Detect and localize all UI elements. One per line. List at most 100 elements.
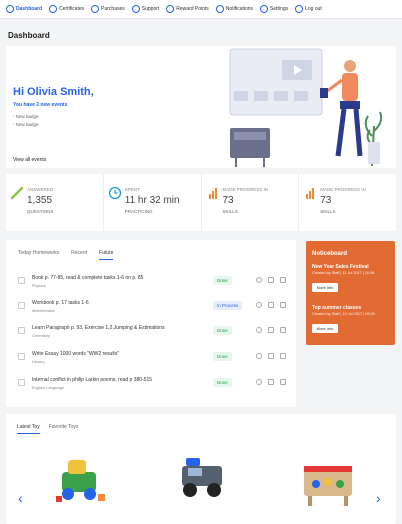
mail-icon[interactable] [268,379,274,385]
stat-value: 73 [320,195,332,206]
nav-logout[interactable]: Log out [295,5,322,13]
notice-item: New Year Sales Festival Created by Staff… [312,264,374,275]
homework-row: Learn Paragraph p. 93, Exercise 1,2,Jump… [18,324,286,346]
welcome-card: Hi Olivia Smith, You have 2 new events -… [6,46,396,168]
mail-icon[interactable] [268,302,274,308]
notice-meta: Created by Staff | 11 Jul 2017 | 10:06 [312,271,375,275]
certificate-icon [49,5,58,13]
nav-certificates[interactable]: Certificates [49,5,84,13]
homework-checkbox[interactable] [18,379,25,386]
mail-icon[interactable] [268,277,274,283]
stat-progress: Made progress in 73 Skills [299,174,396,231]
nav-label: Log out [305,6,322,12]
chat-icon[interactable] [256,302,262,308]
more-info-button[interactable]: More info [312,283,338,292]
attachment-icon[interactable] [280,302,286,308]
tab-latest-toy[interactable]: Latest Toy [17,424,40,434]
stat-label: Made progress in [320,187,366,192]
nav-purchases[interactable]: Purchases [91,5,125,13]
attachment-icon[interactable] [280,379,286,385]
dashboard-icon [6,5,14,13]
badge-item: - New badge [13,122,39,127]
homework-title: Learn Paragraph p. 93, Exercise 1,2,Jump… [32,325,165,331]
homework-title: Write Essay 1000 words "WW2 results" [32,351,120,357]
tab-future[interactable]: Future [98,250,114,260]
chat-icon[interactable] [256,379,262,385]
badge-item: - New badge [13,114,39,119]
view-all-events-link[interactable]: View all events [13,157,46,163]
bell-icon [215,5,224,13]
toy-image[interactable] [298,454,358,508]
next-arrow-icon[interactable]: › [376,490,381,506]
bar-chart-icon [306,188,315,199]
homework-checkbox[interactable] [18,353,25,360]
support-icon [131,5,140,13]
stat-unit: Practicing [124,209,153,214]
status-badge: Done [213,326,232,335]
chat-icon[interactable] [256,277,262,283]
nav-dashboard[interactable]: Dashboard [6,5,42,13]
toy-image[interactable] [54,454,110,506]
status-badge: Done [213,352,232,361]
stat-label: Made progress in [222,187,269,192]
stat-label: Spent [124,187,140,192]
homework-subject: History [32,359,45,364]
homework-subject: Physics [32,283,46,288]
clock-icon [108,186,121,200]
pencil-icon [10,186,24,200]
attachment-icon[interactable] [280,353,286,359]
logout-icon [295,5,304,13]
nav-label: Support [141,6,160,12]
nav-label: Dashboard [16,6,43,12]
stat-unit: Skills [320,209,336,214]
prev-arrow-icon[interactable]: ‹ [18,490,23,506]
homework-title: Book p. 77-85, read & complete tasks 1-6… [32,275,144,281]
homework-row: Book p. 77-85, read & complete tasks 1-6… [18,274,286,296]
nav-label: Certificates [59,6,85,12]
attachment-icon[interactable] [280,327,286,333]
tab-today-homeworks[interactable]: Today Homeworks [18,250,59,260]
homework-subject: Chemistry [32,333,51,338]
events-subtitle: You have 2 new events [13,102,68,108]
toy-image[interactable] [178,454,228,502]
nav-label: Reward Points [176,6,209,12]
stat-unit: Questions [27,209,54,214]
notice-title: New Year Sales Festival [312,264,369,270]
homework-row: Workbook p. 17 tasks 1-6 Mathematics In … [18,299,286,321]
more-info-button[interactable]: More info [312,324,338,333]
mail-icon[interactable] [268,353,274,359]
notice-meta: Created by Staff | 10 Jul 2017 | 09:05 [312,312,375,316]
homework-checkbox[interactable] [18,302,25,309]
greeting: Hi Olivia Smith, [13,86,94,98]
nav-reward-points[interactable]: Reward Points [166,5,209,13]
stats-bar: Answered 1,355 Questions Spent 11 hr 32 … [6,174,396,231]
stat-value: 11 hr 32 min [124,195,180,206]
nav-label: Settings [270,6,289,12]
mail-icon[interactable] [268,327,274,333]
toys-panel: Latest Toy Favorite Toys ‹ › [6,414,396,524]
chat-icon[interactable] [256,353,262,359]
stat-spent: Spent 11 hr 32 min Practicing [104,174,202,231]
nav-label: Purchases [101,6,125,12]
stat-progress: Made progress in 73 Skills [202,174,300,231]
homework-checkbox[interactable] [18,327,25,334]
tab-favorite-toys[interactable]: Favorite Toys [49,424,79,434]
nav-notifications[interactable]: Notifications [215,5,254,13]
homework-checkbox[interactable] [18,277,25,284]
stat-answered: Answered 1,355 Questions [6,174,104,231]
stat-unit: Skills [222,209,238,214]
stat-value: 1,355 [27,195,53,206]
tab-recent[interactable]: Recent [71,250,87,260]
noticeboard-title: Noticeboard [312,251,348,257]
reward-icon [166,5,175,13]
top-nav: Dashboard Certificates Purchases Support… [0,0,402,19]
homework-row: Internal conflict in philip Larkin poems… [18,376,286,398]
homework-title: Workbook p. 17 tasks 1-6 [32,300,89,306]
homework-tabs: Today Homeworks Recent Future [18,250,125,260]
nav-label: Notifications [225,6,254,12]
nav-support[interactable]: Support [131,5,160,13]
chat-icon[interactable] [256,327,262,333]
attachment-icon[interactable] [280,277,286,283]
nav-settings[interactable]: Settings [260,5,288,13]
stat-value: 73 [222,195,234,206]
